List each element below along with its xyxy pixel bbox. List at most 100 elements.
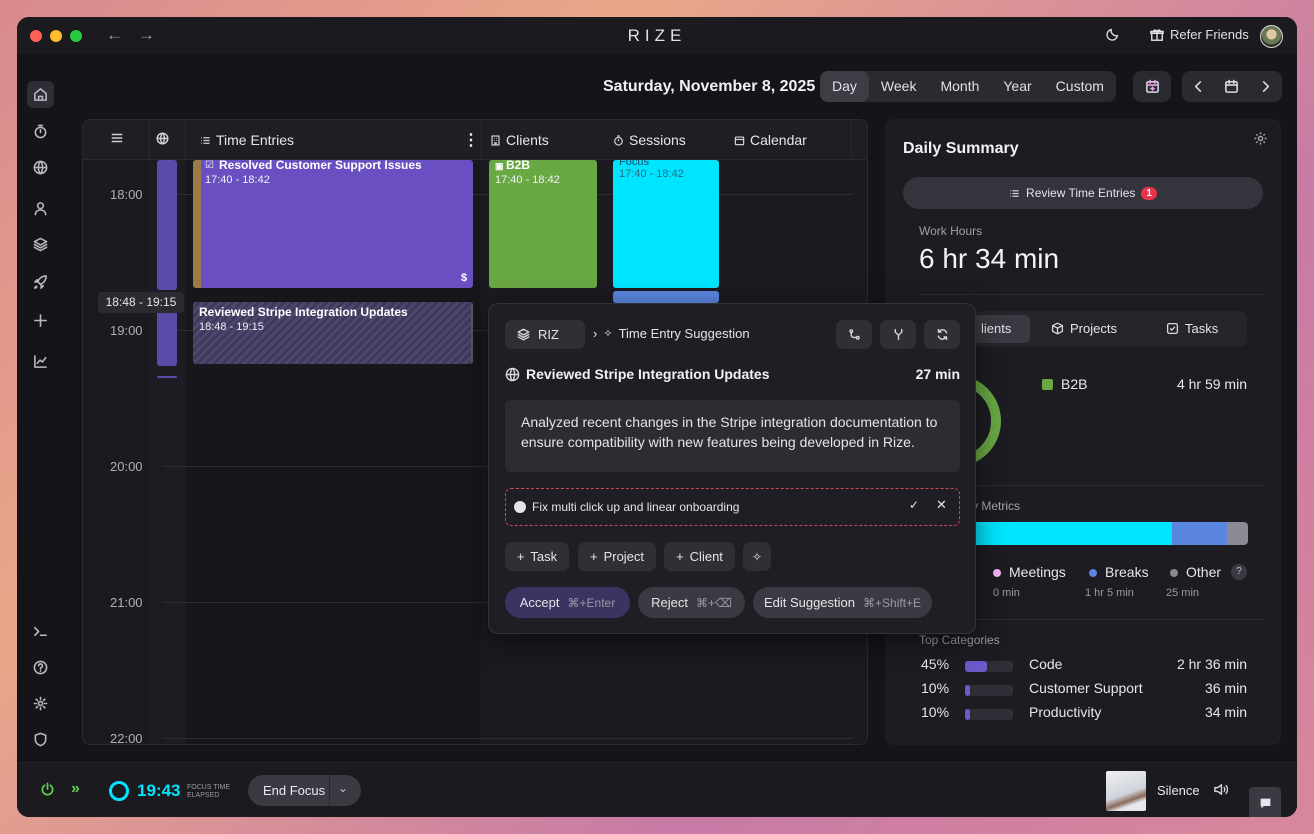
workspace-selector[interactable]: RIZ: [505, 320, 585, 349]
caption-line: FOCUS TIME: [187, 784, 231, 791]
category-bar: [965, 685, 1013, 696]
tab-view-3[interactable]: Year: [991, 71, 1043, 102]
focus-timer-caption: FOCUS TIME ELAPSED: [187, 784, 230, 800]
refer-friends-button[interactable]: Refer Friends: [1150, 27, 1249, 42]
globe-icon[interactable]: [156, 132, 169, 145]
category-strip[interactable]: [157, 160, 177, 290]
tab-tasks[interactable]: Tasks: [1166, 321, 1218, 336]
chart-icon[interactable]: [27, 348, 54, 375]
tab-clients[interactable]: lients: [973, 315, 1030, 343]
user-icon[interactable]: [27, 195, 54, 222]
split-button[interactable]: [880, 320, 916, 349]
timer-icon[interactable]: [27, 118, 54, 145]
chat-button[interactable]: [1249, 787, 1281, 817]
time-entry[interactable]: Resolved Customer Support Issues 17:40 -…: [193, 160, 473, 288]
building-icon: [491, 134, 500, 146]
globe-icon[interactable]: [27, 154, 54, 181]
category-row[interactable]: 10% Customer Support 36 min: [921, 680, 1247, 700]
workspace-label: RIZ: [538, 327, 559, 342]
tab-label: Tasks: [1185, 321, 1219, 336]
breadcrumb-label: Time Entry Suggestion: [618, 326, 750, 341]
legend-value: 0 min: [993, 587, 1020, 599]
chevron-right-icon[interactable]: [1258, 79, 1273, 94]
category-name: Customer Support: [1029, 680, 1143, 696]
legend-dot: [993, 569, 1001, 577]
work-hours-label: Work Hours: [919, 224, 983, 238]
home-icon[interactable]: [27, 81, 54, 108]
volume-icon[interactable]: [1213, 782, 1229, 802]
reject-x-icon[interactable]: ✕: [936, 497, 947, 513]
category-bar: [965, 709, 1013, 720]
rocket-icon[interactable]: [27, 269, 54, 296]
suggestion-description[interactable]: Analyzed recent changes in the Stripe in…: [505, 400, 960, 472]
metrics-bar: [972, 522, 1248, 545]
album-art[interactable]: [1106, 771, 1146, 811]
task-suggestion[interactable]: Fix multi click up and linear onboarding…: [505, 488, 960, 526]
tab-view-4[interactable]: Custom: [1044, 71, 1116, 102]
category-time: 36 min: [1204, 680, 1247, 696]
column-label: Calendar: [750, 132, 807, 148]
moon-icon[interactable]: [1106, 27, 1120, 44]
more-vertical-icon[interactable]: ⋮: [463, 130, 479, 150]
building-icon: ▣: [495, 161, 507, 171]
edit-suggestion-button[interactable]: Edit Suggestion ⌘+Shift+E: [753, 587, 932, 618]
session-block[interactable]: Focus 17:40 - 18:42: [613, 160, 719, 288]
review-time-entries-button[interactable]: Review Time Entries 1: [903, 177, 1263, 209]
fast-forward-icon[interactable]: »: [71, 780, 80, 798]
layers-icon: [517, 328, 530, 341]
route-button[interactable]: [836, 320, 872, 349]
category-row[interactable]: 10% Productivity 34 min: [921, 704, 1247, 724]
calendar-icon: [734, 135, 745, 145]
legend-dot: [1089, 569, 1097, 577]
accept-check-icon[interactable]: ✓: [909, 498, 919, 512]
break-block[interactable]: [613, 291, 719, 303]
tab-projects[interactable]: Projects: [1051, 321, 1117, 336]
plus-icon[interactable]: [27, 307, 54, 334]
category-bar-fill: [965, 661, 987, 672]
check-icon: ☑: [205, 160, 214, 171]
settings-icon[interactable]: [1253, 131, 1268, 151]
time-entry-selected[interactable]: Reviewed Stripe Integration Updates 18:4…: [193, 302, 473, 364]
reject-button[interactable]: Reject ⌘+⌫: [638, 587, 745, 618]
add-client-button[interactable]: + Client: [664, 542, 735, 571]
calendar-add-button[interactable]: [1133, 71, 1171, 102]
end-focus-button[interactable]: End Focus: [263, 783, 325, 798]
title-bar: ← → RIZE Refer Friends: [17, 17, 1297, 54]
chevron-down-icon[interactable]: ⌄: [338, 781, 348, 795]
tab-view-2[interactable]: Month: [928, 71, 991, 102]
shield-icon[interactable]: [27, 726, 54, 753]
power-icon[interactable]: [40, 782, 55, 802]
chat-icon: [1260, 798, 1270, 808]
caption-line: ELAPSED: [187, 792, 220, 799]
category-row[interactable]: 45% Code 2 hr 36 min: [921, 656, 1247, 676]
column-calendar[interactable]: Calendar: [734, 132, 807, 148]
help-badge[interactable]: ?: [1231, 564, 1247, 580]
category-time: 2 hr 36 min: [1176, 656, 1247, 672]
add-project-button[interactable]: + Project: [578, 542, 656, 571]
legend-name: Meetings: [1009, 564, 1066, 580]
refresh-button[interactable]: [924, 320, 960, 349]
hour-label: 22:00: [110, 731, 143, 745]
client-block[interactable]: ▣ B2B 17:40 - 18:42: [489, 160, 597, 288]
add-client-label: Client: [689, 549, 723, 564]
column-time-entries[interactable]: Time Entries: [200, 132, 294, 148]
hour-label: 19:00: [110, 323, 143, 338]
category-name: Code: [1029, 656, 1063, 672]
tab-view-0[interactable]: Day: [820, 71, 869, 102]
chevron-left-icon[interactable]: [1191, 79, 1206, 94]
help-icon[interactable]: [27, 654, 54, 681]
tab-view-1[interactable]: Week: [869, 71, 929, 102]
menu-icon[interactable]: [110, 131, 124, 145]
column-clients[interactable]: Clients: [490, 132, 549, 148]
user-avatar[interactable]: [1260, 25, 1283, 48]
layers-icon[interactable]: [27, 231, 54, 258]
accept-button[interactable]: Accept ⌘+Enter: [505, 587, 630, 618]
sparkle-icon: ✧: [751, 549, 763, 564]
settings-icon[interactable]: [27, 690, 54, 717]
add-task-button[interactable]: + Task: [505, 542, 569, 571]
ai-suggest-button[interactable]: ✧: [743, 542, 771, 571]
calendar-icon[interactable]: [1224, 79, 1239, 94]
column-sessions[interactable]: Sessions: [613, 132, 686, 148]
terminal-icon[interactable]: [27, 618, 54, 645]
sidebar: [17, 54, 64, 762]
